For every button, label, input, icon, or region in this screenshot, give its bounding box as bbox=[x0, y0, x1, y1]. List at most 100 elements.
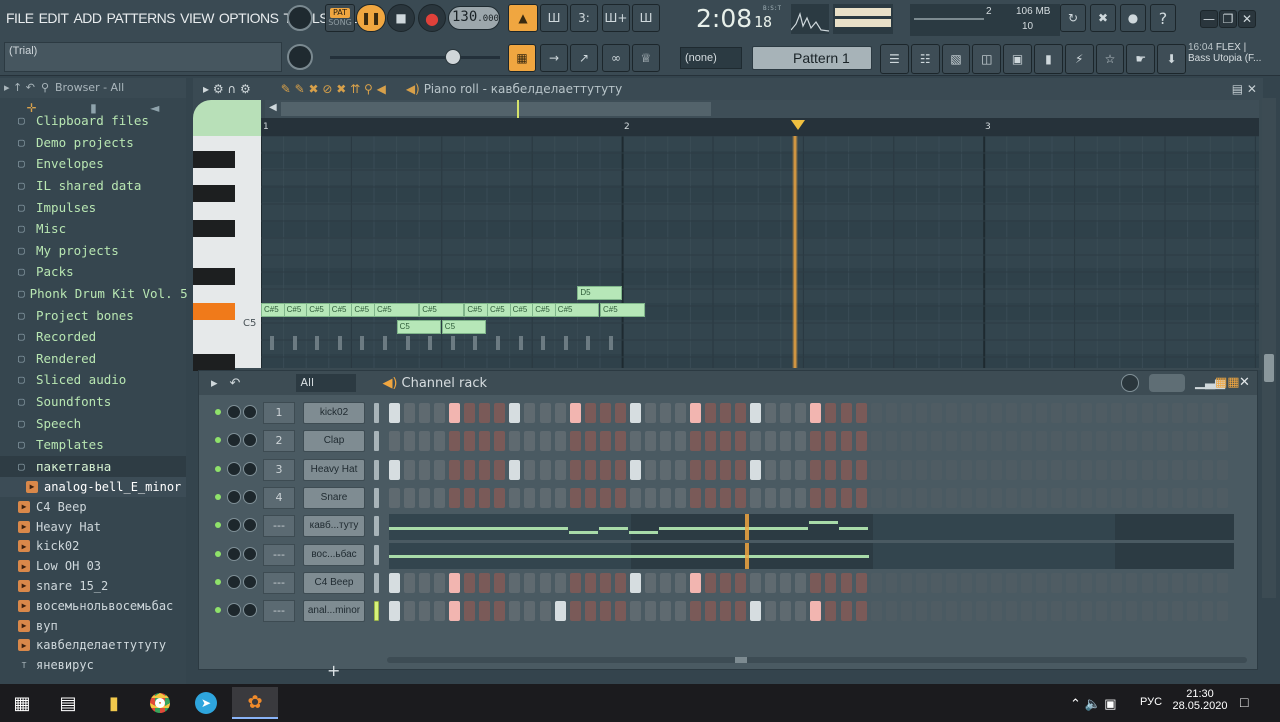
channel-volume-knob[interactable] bbox=[243, 433, 257, 448]
step-button[interactable] bbox=[479, 487, 491, 508]
channel-mute-led[interactable] bbox=[215, 607, 221, 614]
step-button[interactable] bbox=[1201, 487, 1213, 508]
step-button[interactable] bbox=[584, 601, 596, 622]
black-key[interactable] bbox=[193, 151, 235, 168]
channel-mixer-track[interactable]: 2 bbox=[263, 430, 295, 453]
pattern-length-field[interactable] bbox=[1149, 374, 1185, 392]
step-button[interactable] bbox=[1096, 487, 1108, 508]
channel-volume-knob[interactable] bbox=[243, 461, 257, 476]
channel-mute-led[interactable] bbox=[215, 409, 221, 415]
note-c5[interactable]: C5 bbox=[396, 319, 442, 334]
browser-folder[interactable]: ▢ IL shared data bbox=[0, 175, 186, 197]
step-button[interactable] bbox=[720, 459, 732, 480]
task-view-icon[interactable]: ▤ bbox=[50, 687, 86, 719]
step-button[interactable] bbox=[945, 487, 957, 508]
channel-name-button[interactable]: Snare bbox=[303, 486, 365, 509]
step-button[interactable] bbox=[991, 403, 1002, 423]
language-indicator[interactable]: РУС bbox=[1140, 696, 1162, 708]
step-button[interactable] bbox=[840, 459, 852, 480]
step-button[interactable] bbox=[1126, 459, 1138, 480]
channel-name-button[interactable]: Heavy Hat bbox=[303, 458, 365, 481]
step-button[interactable] bbox=[569, 601, 581, 622]
channel-name-button[interactable]: кавб...туту bbox=[303, 515, 365, 538]
step-button[interactable] bbox=[389, 487, 400, 508]
step-button[interactable] bbox=[674, 572, 686, 593]
step-button[interactable] bbox=[659, 572, 671, 593]
swing-knob[interactable] bbox=[1121, 374, 1139, 392]
wait-input-icon[interactable]: Ш bbox=[540, 4, 568, 32]
step-button[interactable] bbox=[1096, 459, 1108, 480]
step-button[interactable] bbox=[1051, 459, 1063, 480]
channel-rack-scrollbar[interactable] bbox=[387, 657, 1247, 663]
step-button[interactable] bbox=[419, 403, 431, 423]
typing-keyboard-icon[interactable]: ▦ bbox=[508, 44, 536, 72]
channel-volume-knob[interactable] bbox=[243, 574, 257, 589]
step-button[interactable] bbox=[750, 601, 762, 622]
snap-select[interactable]: (none) bbox=[680, 47, 742, 69]
step-button[interactable] bbox=[810, 572, 822, 593]
browser-file[interactable]: ▶ analog-bell_E_minor bbox=[0, 477, 186, 497]
note-d5[interactable]: D5 bbox=[577, 285, 623, 300]
step-button[interactable] bbox=[479, 572, 491, 593]
note-csharp5[interactable]: C#5 bbox=[554, 302, 600, 317]
step-button[interactable] bbox=[735, 403, 747, 423]
step-button[interactable] bbox=[494, 601, 506, 622]
step-button[interactable] bbox=[870, 403, 882, 423]
step-button[interactable] bbox=[1081, 572, 1093, 593]
step-button[interactable] bbox=[825, 487, 837, 508]
piano-roll-vertical-scrollbar[interactable] bbox=[1262, 98, 1276, 598]
telegram-icon[interactable]: ➤ bbox=[188, 687, 224, 719]
step-button[interactable] bbox=[389, 431, 400, 452]
step-button[interactable] bbox=[554, 459, 566, 480]
step-button[interactable] bbox=[915, 459, 927, 480]
step-button[interactable] bbox=[885, 403, 897, 423]
step-button[interactable] bbox=[569, 487, 581, 508]
step-button[interactable] bbox=[1006, 403, 1018, 423]
step-button[interactable] bbox=[1216, 403, 1228, 423]
step-button[interactable] bbox=[1066, 487, 1078, 508]
step-button[interactable] bbox=[795, 403, 807, 423]
note-grid[interactable]: C#5 C#5 C#5 C#5 C#5 C#5 C5 C#5 C5 C#5 C#5 C#5 C#5 C#5… bbox=[261, 136, 1259, 368]
step-button[interactable] bbox=[915, 601, 927, 622]
black-key[interactable] bbox=[193, 354, 235, 371]
step-button[interactable] bbox=[389, 601, 400, 622]
step-button[interactable] bbox=[569, 431, 581, 452]
step-button[interactable] bbox=[735, 487, 747, 508]
channel-rack-close-icon[interactable]: ✕ bbox=[1239, 375, 1250, 390]
step-button[interactable] bbox=[494, 487, 506, 508]
step-button[interactable] bbox=[569, 572, 581, 593]
step-button[interactable] bbox=[690, 487, 701, 508]
step-button[interactable] bbox=[1006, 459, 1018, 480]
tempo-display[interactable]: 130.000 bbox=[448, 6, 500, 30]
step-button[interactable] bbox=[705, 601, 717, 622]
step-button[interactable] bbox=[404, 431, 416, 452]
step-button[interactable] bbox=[464, 572, 476, 593]
step-button[interactable] bbox=[1171, 403, 1183, 423]
step-button[interactable] bbox=[1081, 487, 1093, 508]
download-icon[interactable]: ⬇ bbox=[1157, 44, 1186, 74]
step-button[interactable] bbox=[1156, 403, 1168, 423]
step-button[interactable] bbox=[795, 601, 807, 622]
step-button[interactable] bbox=[1021, 459, 1033, 480]
browser-folder[interactable]: ▢ Misc bbox=[0, 218, 186, 240]
step-button[interactable] bbox=[870, 572, 882, 593]
browser-folder[interactable]: ▢ Impulses bbox=[0, 196, 186, 218]
filter-select[interactable]: All bbox=[296, 374, 357, 392]
step-button[interactable] bbox=[1006, 601, 1018, 622]
step-button[interactable] bbox=[690, 459, 701, 480]
browser-folder[interactable]: ▢ Recorded bbox=[0, 326, 186, 348]
step-button[interactable] bbox=[1126, 601, 1138, 622]
step-button[interactable] bbox=[584, 487, 596, 508]
step-button[interactable] bbox=[524, 601, 536, 622]
browser-folder[interactable]: ▢ Rendered bbox=[0, 348, 186, 370]
step-button[interactable] bbox=[1051, 431, 1063, 452]
step-button[interactable] bbox=[524, 403, 536, 423]
step-button[interactable] bbox=[765, 601, 777, 622]
step-button[interactable] bbox=[1021, 431, 1033, 452]
step-button[interactable] bbox=[720, 601, 732, 622]
channel-rack-icon[interactable]: ▧ bbox=[941, 44, 971, 74]
step-button[interactable] bbox=[524, 572, 536, 593]
step-button[interactable] bbox=[1201, 403, 1213, 423]
step-button[interactable] bbox=[1036, 601, 1048, 622]
step-button[interactable] bbox=[524, 431, 536, 452]
